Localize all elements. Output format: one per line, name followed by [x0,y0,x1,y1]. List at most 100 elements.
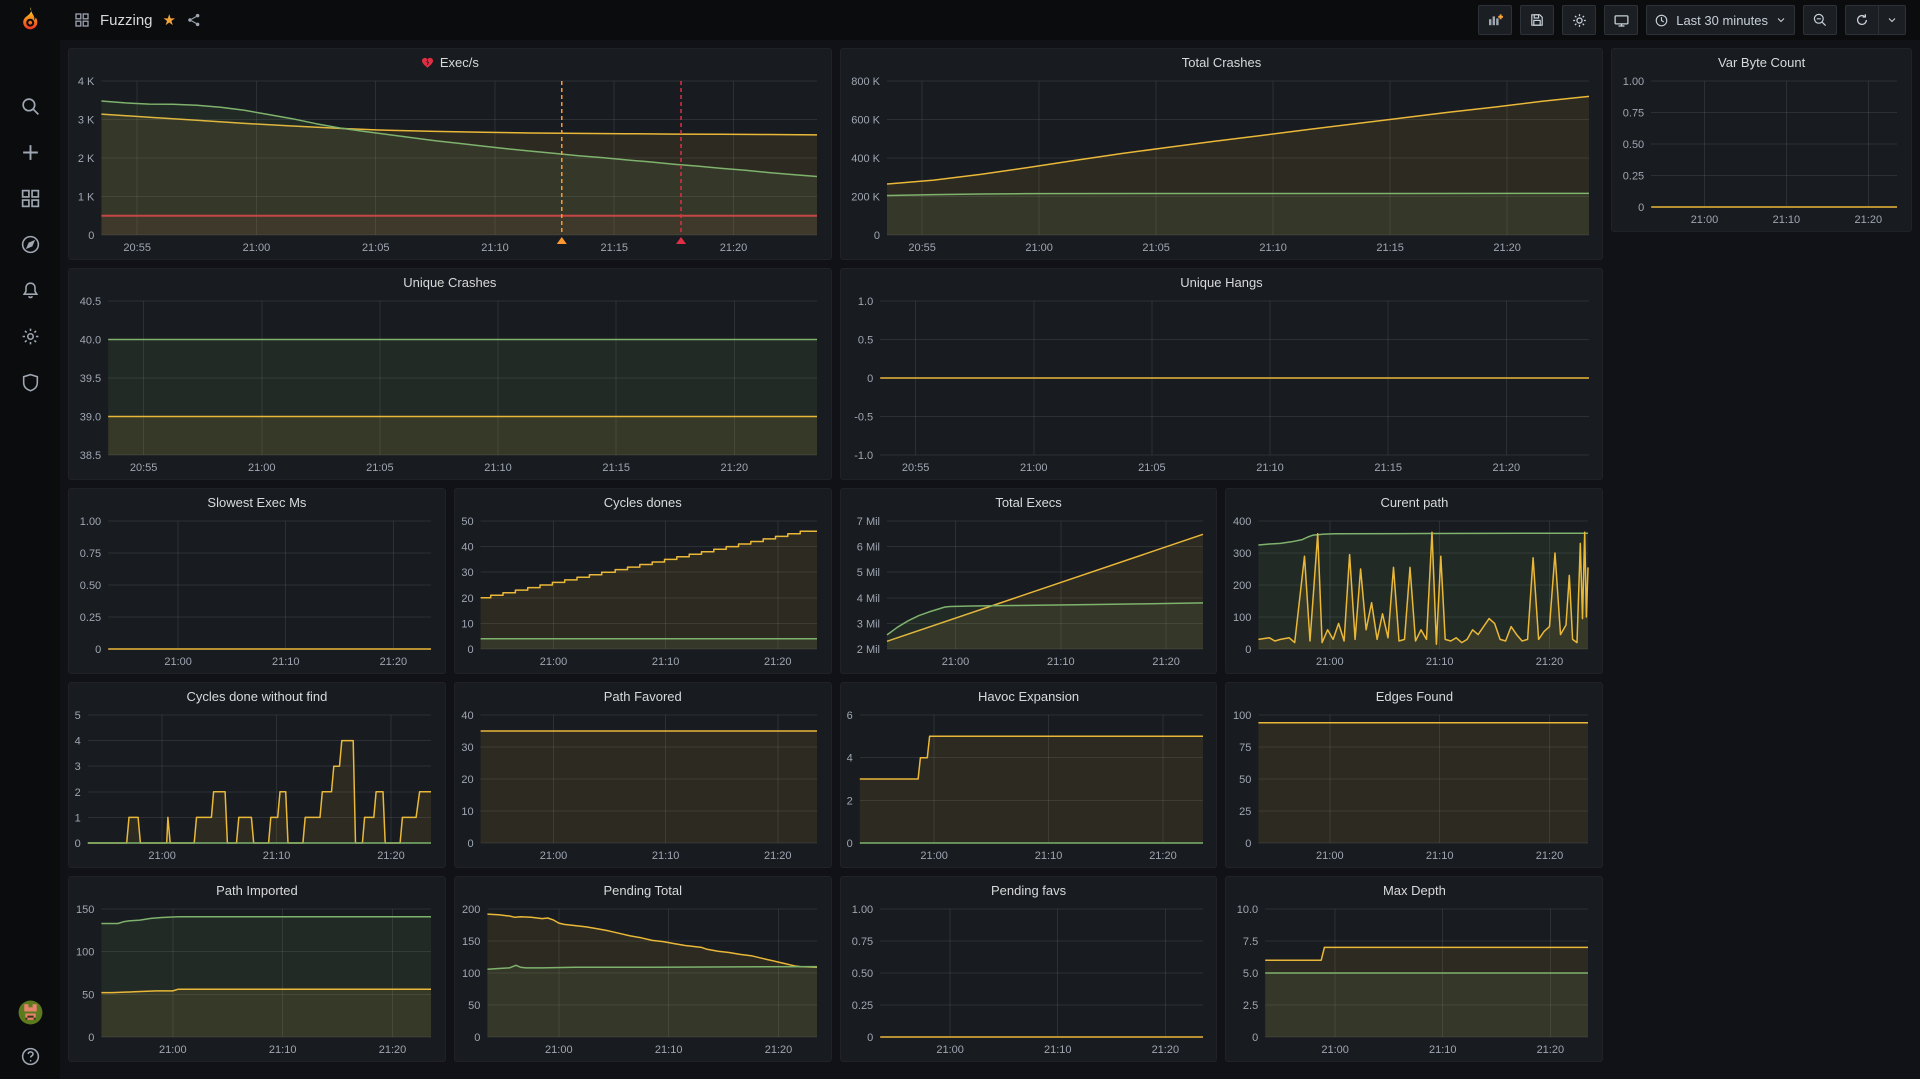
svg-text:21:20: 21:20 [1537,1044,1565,1056]
svg-text:21:20: 21:20 [1492,462,1520,474]
svg-text:4: 4 [846,753,852,765]
dashboards-icon[interactable] [20,188,41,209]
svg-text:0.50: 0.50 [80,580,101,592]
chart-slowest-exec-ms[interactable]: 00.250.500.751.0021:0021:1021:20 [69,515,445,673]
panel-total-execs: Total Execs2 Mil3 Mil4 Mil5 Mil6 Mil7 Mi… [840,488,1218,674]
chart-unique-crashes[interactable]: 38.539.039.540.040.520:5521:0021:0521:10… [69,295,831,479]
svg-text:400 K: 400 K [851,153,880,165]
share-icon[interactable] [186,12,202,28]
panel-header[interactable]: Pending favs [841,877,1217,903]
panel-header[interactable]: Unique Hangs [841,269,1603,295]
alerting-bell-icon[interactable] [20,280,41,301]
time-range-picker[interactable]: Last 30 minutes [1646,5,1795,35]
chart-edges-found[interactable]: 025507510021:0021:1021:20 [1226,709,1602,867]
panel-header[interactable]: Edges Found [1226,683,1602,709]
chart-exec-s[interactable]: 01 K2 K3 K4 K20:5521:0021:0521:1021:1521… [69,75,831,259]
create-plus-icon[interactable] [20,142,41,163]
svg-text:150: 150 [462,936,480,948]
svg-text:21:10: 21:10 [1256,462,1284,474]
chart-max-depth[interactable]: 02.55.07.510.021:0021:1021:20 [1226,903,1602,1061]
chart-total-execs[interactable]: 2 Mil3 Mil4 Mil5 Mil6 Mil7 Mil21:0021:10… [841,515,1217,673]
panel-chart-area[interactable]: 01234521:0021:1021:20 [69,709,445,867]
chevron-down-icon [1886,14,1898,26]
chart-var-byte-count[interactable]: 00.250.500.751.0021:0021:1021:20 [1612,75,1911,231]
panel-header[interactable]: Var Byte Count [1612,49,1911,75]
panel-chart-area[interactable]: 0102030405021:0021:1021:20 [455,515,831,673]
panel-header[interactable]: Path Imported [69,877,445,903]
svg-text:0.75: 0.75 [80,548,101,560]
zoom-out-button[interactable] [1803,5,1837,35]
svg-text:50: 50 [1240,774,1252,786]
chart-cycles-done-without-find[interactable]: 01234521:0021:1021:20 [69,709,445,867]
panel-chart-area[interactable]: 38.539.039.540.040.520:5521:0021:0521:10… [69,295,831,479]
panel-header[interactable]: Cycles done without find [69,683,445,709]
panel-chart-area[interactable]: 2 Mil3 Mil4 Mil5 Mil6 Mil7 Mil21:0021:10… [841,515,1217,673]
explore-compass-icon[interactable] [20,234,41,255]
top-nav: Fuzzing ★ [0,0,1920,40]
panel-chart-area[interactable]: 00.250.500.751.0021:0021:1021:20 [1612,75,1911,231]
svg-text:21:10: 21:10 [481,242,509,254]
panel-header[interactable]: Unique Crashes [69,269,831,295]
dashboards-grid-icon[interactable] [74,12,90,28]
chart-total-crashes[interactable]: 0200 K400 K600 K800 K20:5521:0021:0521:1… [841,75,1603,259]
panel-chart-area[interactable]: 02.55.07.510.021:0021:1021:20 [1226,903,1602,1061]
configuration-gear-icon[interactable] [20,326,41,347]
panel-chart-area[interactable]: 010020030040021:0021:1021:20 [1226,515,1602,673]
panel-chart-area[interactable]: -1.0-0.500.51.020:5521:0021:0521:1021:15… [841,295,1603,479]
refresh-interval-dropdown[interactable] [1879,5,1906,35]
search-icon[interactable] [20,96,41,117]
panel-chart-area[interactable]: 05010015020021:0021:1021:20 [455,903,831,1061]
panel-slowest-exec-ms: Slowest Exec Ms00.250.500.751.0021:0021:… [68,488,446,674]
svg-text:21:15: 21:15 [602,462,630,474]
panel-header[interactable]: Exec/s [69,49,831,75]
panel-header[interactable]: Cycles dones [455,489,831,515]
chart-unique-hangs[interactable]: -1.0-0.500.51.020:5521:0021:0521:1021:15… [841,295,1603,479]
panel-chart-area[interactable]: 00.250.500.751.0021:0021:1021:20 [69,515,445,673]
svg-text:1 K: 1 K [78,192,95,204]
panel-chart-area[interactable]: 0200 K400 K600 K800 K20:5521:0021:0521:1… [841,75,1603,259]
chart-pending-total[interactable]: 05010015020021:0021:1021:20 [455,903,831,1061]
cycle-view-mode-button[interactable] [1604,5,1638,35]
chart-curent-path[interactable]: 010020030040021:0021:1021:20 [1226,515,1602,673]
add-panel-icon [1486,12,1504,28]
panel-header[interactable]: Havoc Expansion [841,683,1217,709]
favorite-star-icon[interactable]: ★ [163,13,176,28]
chart-cycles-dones[interactable]: 0102030405021:0021:1021:20 [455,515,831,673]
help-icon[interactable] [20,1046,41,1067]
refresh-button[interactable] [1845,5,1879,35]
svg-text:0: 0 [467,838,473,850]
dashboard-settings-button[interactable] [1562,5,1596,35]
dashboard-title[interactable]: Fuzzing [100,12,153,29]
grafana-logo[interactable] [0,6,60,34]
user-avatar[interactable] [17,999,44,1026]
panel-chart-area[interactable]: 01020304021:0021:1021:20 [455,709,831,867]
panel-title: Exec/s [440,55,479,70]
panel-chart-area[interactable]: 024621:0021:1021:20 [841,709,1217,867]
svg-text:21:00: 21:00 [248,462,276,474]
panel-header[interactable]: Pending Total [455,877,831,903]
svg-text:21:20: 21:20 [1536,656,1564,668]
panel-header[interactable]: Slowest Exec Ms [69,489,445,515]
panel-header[interactable]: Path Favored [455,683,831,709]
chart-path-favored[interactable]: 01020304021:0021:1021:20 [455,709,831,867]
panel-chart-area[interactable]: 05010015021:0021:1021:20 [69,903,445,1061]
server-admin-shield-icon[interactable] [20,372,41,393]
svg-text:21:00: 21:00 [159,1044,187,1056]
panel-header[interactable]: Curent path [1226,489,1602,515]
svg-text:21:10: 21:10 [1426,656,1454,668]
svg-text:21:00: 21:00 [1317,656,1345,668]
panel-title: Slowest Exec Ms [207,495,306,510]
panel-chart-area[interactable]: 025507510021:0021:1021:20 [1226,709,1602,867]
svg-text:200: 200 [1234,580,1252,592]
panel-chart-area[interactable]: 00.250.500.751.0021:0021:1021:20 [841,903,1217,1061]
panel-header[interactable]: Total Crashes [841,49,1603,75]
panel-chart-area[interactable]: 01 K2 K3 K4 K20:5521:0021:0521:1021:1521… [69,75,831,259]
panel-header[interactable]: Max Depth [1226,877,1602,903]
chart-pending-favs[interactable]: 00.250.500.751.0021:0021:1021:20 [841,903,1217,1061]
add-panel-button[interactable] [1478,5,1512,35]
svg-text:21:05: 21:05 [1142,242,1170,254]
save-dashboard-button[interactable] [1520,5,1554,35]
panel-header[interactable]: Total Execs [841,489,1217,515]
chart-path-imported[interactable]: 05010015021:0021:1021:20 [69,903,445,1061]
chart-havoc-expansion[interactable]: 024621:0021:1021:20 [841,709,1217,867]
